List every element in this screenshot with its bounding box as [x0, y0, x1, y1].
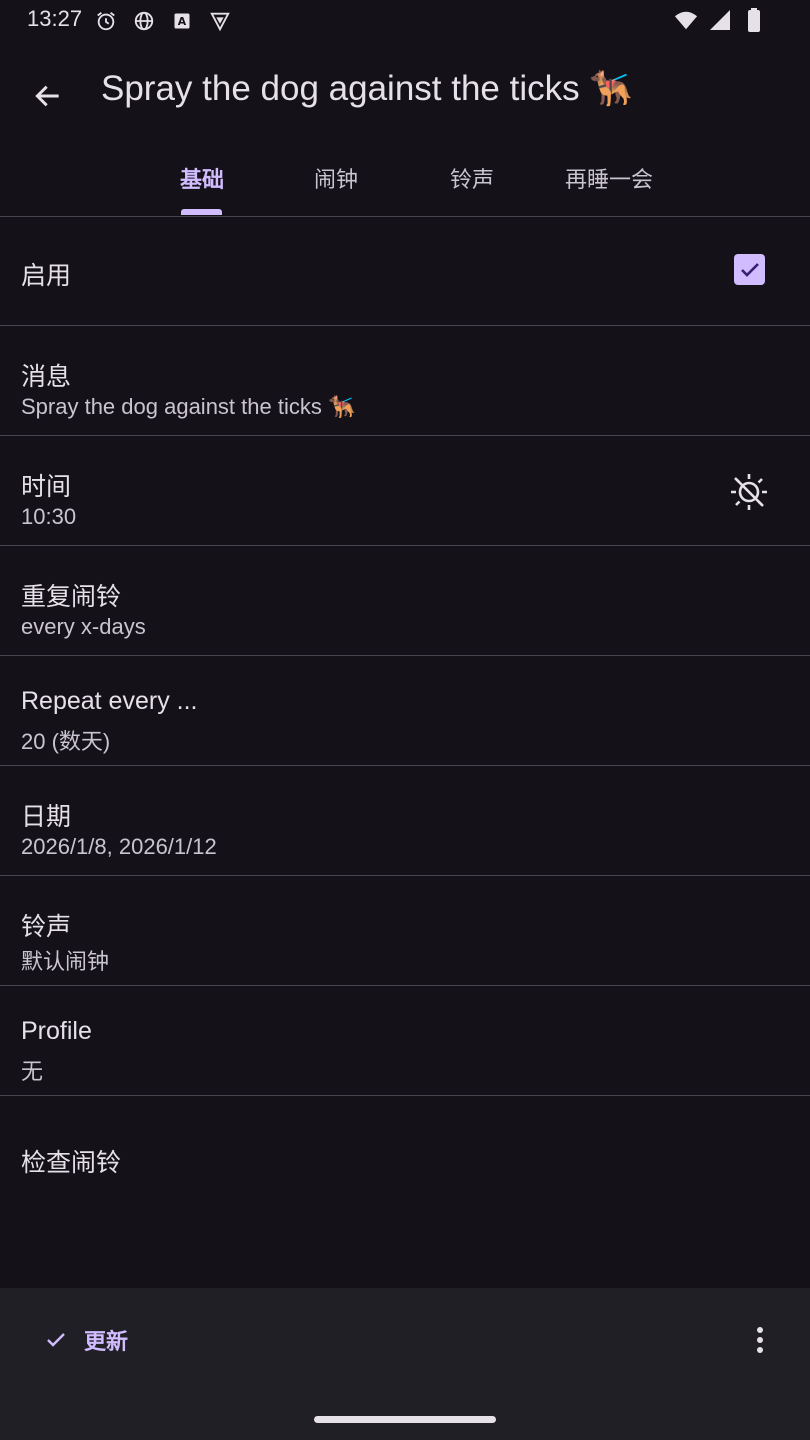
arrow-back-icon	[35, 85, 59, 107]
tab-alarm[interactable]: 闹钟	[295, 150, 377, 216]
check-icon	[47, 1333, 65, 1347]
setting-label: Profile	[21, 1017, 92, 1045]
setting-value: Spray the dog against the ticks 🐕‍🦺	[21, 394, 356, 419]
more-button[interactable]	[738, 1318, 782, 1362]
tab-basic[interactable]: 基础	[161, 150, 243, 216]
setting-label: Repeat every ...	[21, 687, 198, 715]
tab-indicator	[181, 209, 222, 215]
tab-ringtone[interactable]: 铃声	[431, 150, 513, 216]
setting-value: 默认闹钟	[21, 949, 110, 974]
setting-repeat-every[interactable]: Repeat every ... 20 (数天)	[0, 656, 810, 766]
setting-ringtone[interactable]: 铃声 默认闹钟	[0, 876, 810, 986]
tab-bar: 基础 闹钟 铃声 再睡一会	[0, 150, 810, 217]
setting-repeat[interactable]: 重复闹铃 every x-days	[0, 546, 810, 656]
tab-label: 基础	[179, 167, 224, 192]
setting-label: 检查闹铃	[21, 1149, 122, 1177]
svg-text:A: A	[178, 15, 187, 28]
wifi-icon	[674, 8, 698, 32]
tab-label: 再睡一会	[564, 167, 653, 192]
gesture-bar[interactable]	[314, 1416, 496, 1423]
bottom-action-bar: 更新	[0, 1288, 810, 1440]
day-night-icon[interactable]	[727, 470, 771, 514]
app-bar: Spray the dog against the ticks 🐕‍🦺	[0, 52, 810, 132]
update-button[interactable]: 更新	[30, 1312, 142, 1368]
setting-value: 20 (数天)	[21, 729, 111, 754]
setting-profile[interactable]: Profile 无	[0, 986, 810, 1096]
back-button[interactable]	[22, 70, 74, 122]
setting-date[interactable]: 日期 2026/1/8, 2026/1/12	[0, 766, 810, 876]
tab-label: 闹钟	[313, 167, 358, 192]
check-icon	[740, 262, 759, 277]
setting-value: 10:30	[21, 504, 77, 529]
tab-snooze[interactable]: 再睡一会	[548, 150, 670, 216]
setting-message[interactable]: 消息 Spray the dog against the ticks 🐕‍🦺	[0, 326, 810, 436]
vpn-shield-icon	[208, 9, 232, 33]
setting-enabled[interactable]: 启用	[0, 216, 810, 326]
setting-value: 无	[21, 1059, 44, 1084]
status-bar: 13:27 A	[0, 0, 810, 42]
setting-value: every x-days	[21, 614, 146, 639]
setting-label: 消息	[21, 363, 72, 391]
setting-label: 日期	[21, 803, 72, 831]
page-title: Spray the dog against the ticks 🐕‍🦺	[101, 69, 633, 108]
status-time: 13:27	[27, 6, 83, 31]
setting-label: 重复闹铃	[21, 583, 122, 611]
more-vert-icon	[757, 1327, 763, 1353]
setting-label: 铃声	[21, 913, 72, 941]
setting-value: 2026/1/8, 2026/1/12	[21, 834, 217, 859]
setting-check-alarm[interactable]: 检查闹铃	[0, 1096, 810, 1296]
tab-label: 铃声	[449, 167, 494, 192]
settings-list: 启用 消息 Spray the dog against the ticks 🐕‍…	[0, 216, 810, 1296]
update-label: 更新	[84, 1329, 129, 1354]
alarm-icon	[94, 9, 118, 33]
enabled-checkbox[interactable]	[734, 254, 765, 285]
battery-icon	[742, 8, 766, 32]
setting-time[interactable]: 时间 10:30	[0, 436, 810, 546]
setting-label: 时间	[21, 473, 72, 501]
globe-icon	[132, 9, 156, 33]
setting-label: 启用	[21, 262, 72, 290]
a-square-icon: A	[170, 9, 194, 33]
cell-signal-icon	[708, 8, 732, 32]
